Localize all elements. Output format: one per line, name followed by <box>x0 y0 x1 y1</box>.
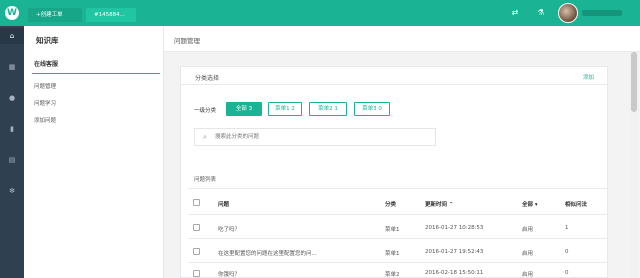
column-header-updated[interactable]: 更新时间 ⌃ <box>425 200 454 208</box>
card-header: 分类选择 添加 <box>181 67 609 85</box>
category-select-title: 分类选择 <box>195 75 220 82</box>
user-icon[interactable]: ● <box>0 90 24 106</box>
row-divider <box>188 238 608 239</box>
section-underline <box>32 73 160 74</box>
search-icon: ⌕ <box>203 133 207 141</box>
table-divider <box>188 214 608 215</box>
category-button-menu3[interactable]: 菜单3 0 <box>354 102 390 116</box>
tab-ticket-number[interactable]: #145884... <box>86 8 136 22</box>
grid-icon[interactable]: ▦ <box>0 59 24 75</box>
table-cell-category: 菜单2 <box>385 272 400 278</box>
table-cell-updated: 2016-02-18 15:50:11 <box>425 270 484 276</box>
table-cell-status: 启用 <box>522 227 534 233</box>
category-button-all[interactable]: 全部 3 <box>226 102 262 116</box>
top-bar: W +创建工单 #145884... ⇄ ⚗ <box>0 0 640 26</box>
search-box[interactable]: ⌕ <box>194 128 436 146</box>
sidebar-title: 知识库 <box>36 36 59 45</box>
table-cell-category: 菜单1 <box>385 227 400 233</box>
home-icon[interactable]: ⌂ <box>0 28 24 44</box>
icon-rail: ⌂ ▦ ● ▮ ▤ ✻ <box>0 26 24 278</box>
table-cell-updated: 2016-01-27 10:28:53 <box>425 225 484 231</box>
tooth-logo-icon: W <box>5 6 19 20</box>
table-cell-category: 菜单1 <box>385 251 400 257</box>
column-header-question: 问题 <box>218 202 230 208</box>
refresh-icon[interactable]: ⇄ <box>510 8 520 18</box>
row-checkbox[interactable] <box>193 248 200 255</box>
flask-icon[interactable]: ⚗ <box>536 8 546 18</box>
tab-create-ticket[interactable]: +创建工单 <box>28 8 82 22</box>
scrollbar[interactable] <box>630 52 638 278</box>
category-button-menu2[interactable]: 菜单2 1 <box>309 102 347 116</box>
app-logo[interactable]: W <box>0 0 24 26</box>
table-cell-status: 启用 <box>522 272 534 278</box>
add-link[interactable]: 添加 <box>583 73 594 81</box>
settings-icon[interactable]: ✻ <box>0 183 24 199</box>
book-icon[interactable]: ▤ <box>0 152 24 168</box>
table-cell-status: 启用 <box>522 251 534 257</box>
content-card: 分类选择 添加 <box>180 66 609 278</box>
table-cell-updated: 2016-01-27 19:52:43 <box>425 249 484 255</box>
sidebar-section-online-service[interactable]: 在线客服 <box>34 59 58 68</box>
page-title: 问题管理 <box>174 37 200 45</box>
avatar[interactable] <box>558 3 578 23</box>
username-label[interactable] <box>582 10 622 16</box>
column-header-category: 分类 <box>385 202 397 208</box>
select-all-checkbox[interactable] <box>193 199 200 206</box>
table-cell-similar: 0 <box>565 249 569 255</box>
scroll-thumb[interactable] <box>631 52 637 112</box>
table-cell-similar: 0 <box>565 270 569 276</box>
row-checkbox[interactable] <box>193 270 200 277</box>
main-header: 问题管理 <box>164 26 640 52</box>
question-list-title: 问题列表 <box>194 177 217 183</box>
sidebar-item-add-question[interactable]: 添加问题 <box>34 116 56 124</box>
table-cell-question[interactable]: 你饿吗？ <box>218 270 240 278</box>
row-divider <box>188 262 608 263</box>
sidebar-item-question-manage[interactable]: 问题管理 <box>34 82 56 90</box>
table-cell-question[interactable]: 吃了吗？ <box>218 225 240 233</box>
column-header-status-filter[interactable]: 全部 ▾ <box>522 200 538 208</box>
divider <box>188 188 608 189</box>
table-cell-similar: 1 <box>565 225 569 231</box>
knowledge-sidebar: 知识库 在线客服 问题管理 问题学习 添加问题 <box>24 26 164 278</box>
search-input[interactable] <box>215 130 433 144</box>
table-cell-question[interactable]: 在这里配置您的问题在这里配置您的问... <box>218 249 317 257</box>
sidebar-item-question-learn[interactable]: 问题学习 <box>34 99 56 107</box>
row-checkbox[interactable] <box>193 224 200 231</box>
category-button-menu1[interactable]: 菜单1 2 <box>268 102 302 116</box>
bar-chart-icon[interactable]: ▮ <box>0 121 24 137</box>
column-header-similar: 相似问法 <box>565 202 588 208</box>
category-level-label: 一级分类 <box>194 108 217 114</box>
